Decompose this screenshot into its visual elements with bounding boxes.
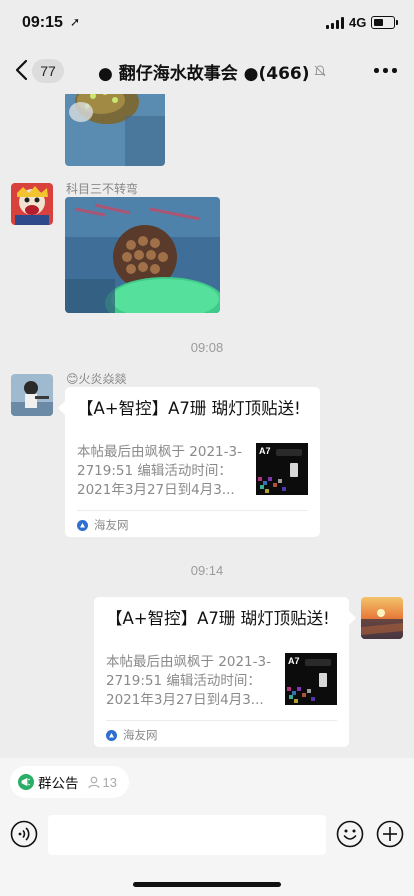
chat-header: 77 ● 翻仔海水故事会 ●(466) [0,46,414,94]
network-type: 4G [349,15,367,30]
message-timestamp: 09:14 [190,563,224,578]
thumb-label: A7 [288,656,300,666]
bubble-tail [58,401,65,415]
avatar-image [11,374,53,416]
lamp-thumbnail-image: A7 [285,653,337,705]
link-card-thumbnail: A7 [285,653,337,705]
avatar[interactable] [11,374,53,416]
link-card[interactable]: 【A+智控】A7珊 瑚灯顶贴送! 本帖最后由飒枫于 2021-3-2719:51… [58,387,320,537]
unread-count-badge[interactable]: 77 [32,59,64,83]
voice-input-icon[interactable] [10,820,38,848]
message-input[interactable] [48,815,326,855]
emoji-icon[interactable] [336,820,364,848]
source-app-icon [77,519,88,531]
link-card[interactable]: 【A+智控】A7珊 瑚灯顶贴送! 本帖最后由飒枫于 2021-3-2719:51… [94,597,356,747]
link-card-source: 海友网 [77,517,129,533]
sender-emoji: 😊 [66,372,79,386]
source-app-icon [106,729,117,741]
my-avatar[interactable] [361,597,403,639]
battery-icon [371,16,398,29]
image-message[interactable] [65,197,220,313]
link-card-source-name: 海友网 [94,518,129,532]
coral-photo [65,94,165,166]
mute-bell-icon [314,65,325,77]
sender-name: 科目三不转弯 [66,182,139,196]
link-card-source-name: 海友网 [123,728,158,742]
avatar-image [11,183,53,225]
divider [106,720,337,721]
divider [77,510,308,511]
home-indicator[interactable] [133,882,281,887]
people-icon [87,776,100,789]
image-message[interactable] [65,94,165,166]
sender-name: 😊火炎焱燚 [66,370,127,387]
chat-title-wrap: ● 翻仔海水故事会 ●(466) [98,58,330,84]
notice-icon [18,774,34,790]
more-options-icon[interactable] [374,68,398,74]
message-timestamp: 09:08 [190,340,224,355]
bubble-tail [349,611,356,625]
status-time: 09:15 [22,14,63,31]
lamp-thumbnail-image: A7 [256,443,308,495]
group-notice-label: 群公告 [38,776,79,792]
back-arrow-icon[interactable] [14,58,30,82]
group-notice-button[interactable]: 群公告 13 [10,766,129,798]
link-card-thumbnail: A7 [256,443,308,495]
chat-messages: 科目三不转弯 09:08 😊火炎焱燚 【A+智控】A7珊 瑚灯顶贴送! 本帖最后… [0,94,414,758]
link-card-title: 【A+智控】A7珊 瑚灯顶贴送! [106,609,330,628]
link-card-description: 本帖最后由飒枫于 2021-3-2719:51 编辑活动时间：2021年3月27… [106,654,271,708]
status-bar: 09:15 ➚ 4G [0,0,414,46]
thumb-label: A7 [259,446,271,456]
group-notice-count: 13 [102,774,117,790]
avatar-image [361,597,403,639]
avatar[interactable] [11,183,53,225]
link-card-source: 海友网 [106,727,158,743]
link-card-title: 【A+智控】A7珊 瑚灯顶贴送! [77,399,301,418]
coral-photo [65,197,220,313]
input-bar [0,808,414,896]
plus-icon[interactable] [376,820,404,848]
group-notice-bar: 群公告 13 [0,758,414,808]
link-card-description: 本帖最后由飒枫于 2021-3-2719:51 编辑活动时间：2021年3月27… [77,444,242,498]
location-arrow-icon: ➚ [70,15,81,29]
sender-name-text: 火炎焱燚 [78,372,127,386]
chat-title: ● 翻仔海水故事会 ●(466) [98,63,310,84]
signal-icon [326,17,346,29]
